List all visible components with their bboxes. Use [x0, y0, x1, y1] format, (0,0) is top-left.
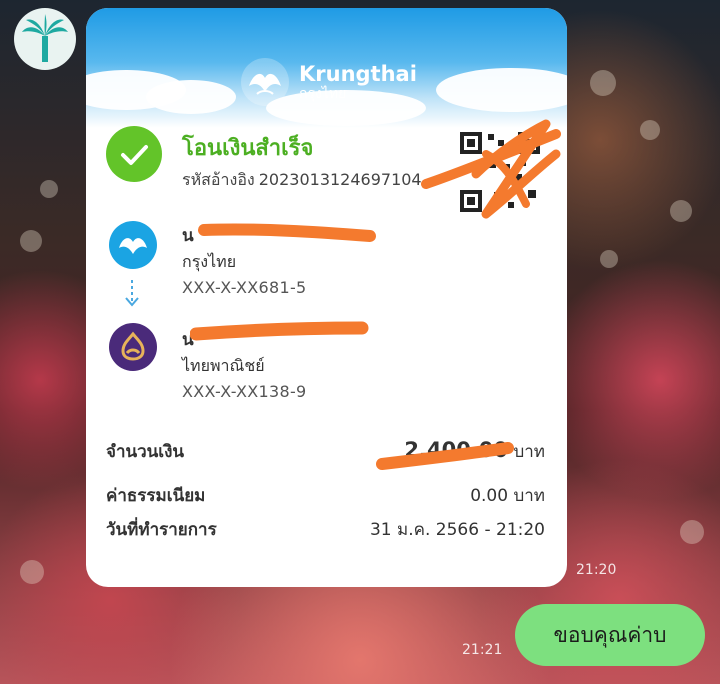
sender-name: น	[182, 226, 194, 246]
amount-label: จำนวนเงิน	[106, 442, 185, 462]
date-value: 31 ม.ค. 2566 - 21:20	[369, 520, 545, 540]
slip-timestamp: 21:20	[576, 562, 617, 578]
palm-tree-icon	[22, 14, 68, 62]
qr-code[interactable]	[458, 130, 542, 214]
bank-brand-thai: กรุงไทย	[299, 85, 347, 102]
krungthai-logo-icon	[109, 221, 157, 269]
bank-brand-name: Krungthai	[299, 61, 417, 86]
reference-row: รหัสอ้างอิง 2023013124697104	[182, 168, 426, 193]
sender-bank: กรุงไทย	[182, 252, 237, 271]
arrow-down-icon	[125, 280, 139, 307]
receiver-bank-logo	[108, 322, 158, 372]
amount-value: 2,400.00	[404, 438, 509, 462]
receiver-account: XXX-X-XX138-9	[182, 382, 307, 401]
bank-brand: Krungthai กรุงไทย	[239, 56, 417, 108]
receiver-name-redaction	[190, 321, 369, 341]
check-circle-icon	[106, 126, 162, 182]
amount-row: 2,400.00 บาท	[404, 438, 545, 465]
krungthai-bird-icon	[241, 58, 289, 106]
status-title: โอนเงินสำเร็จ	[182, 136, 314, 161]
sender-name-redaction	[198, 223, 376, 242]
reference-label: รหัสอ้างอิง	[182, 170, 255, 189]
reply-timestamp: 21:21	[462, 642, 503, 658]
fee-value: 0.00 บาท	[470, 486, 545, 506]
reference-number: 2023013124697104	[258, 170, 422, 189]
amount-unit: บาท	[513, 442, 545, 462]
receiver-bank: ไทยพาณิชย์	[182, 356, 265, 375]
transfer-slip-card[interactable]: Krungthai กรุงไทย โอนเงินสำเร็จ รหัสอ้าง…	[86, 8, 567, 587]
fee-label: ค่าธรรมเนียม	[106, 486, 206, 506]
sender-bank-logo	[108, 220, 158, 270]
sender-account: XXX-X-XX681-5	[182, 278, 307, 297]
reply-message-bubble[interactable]: ขอบคุณค่าบ	[515, 604, 705, 666]
receiver-name: น	[182, 330, 194, 350]
scb-logo-icon	[109, 323, 157, 371]
contact-avatar[interactable]	[14, 8, 76, 70]
date-label: วันที่ทำรายการ	[106, 520, 217, 540]
